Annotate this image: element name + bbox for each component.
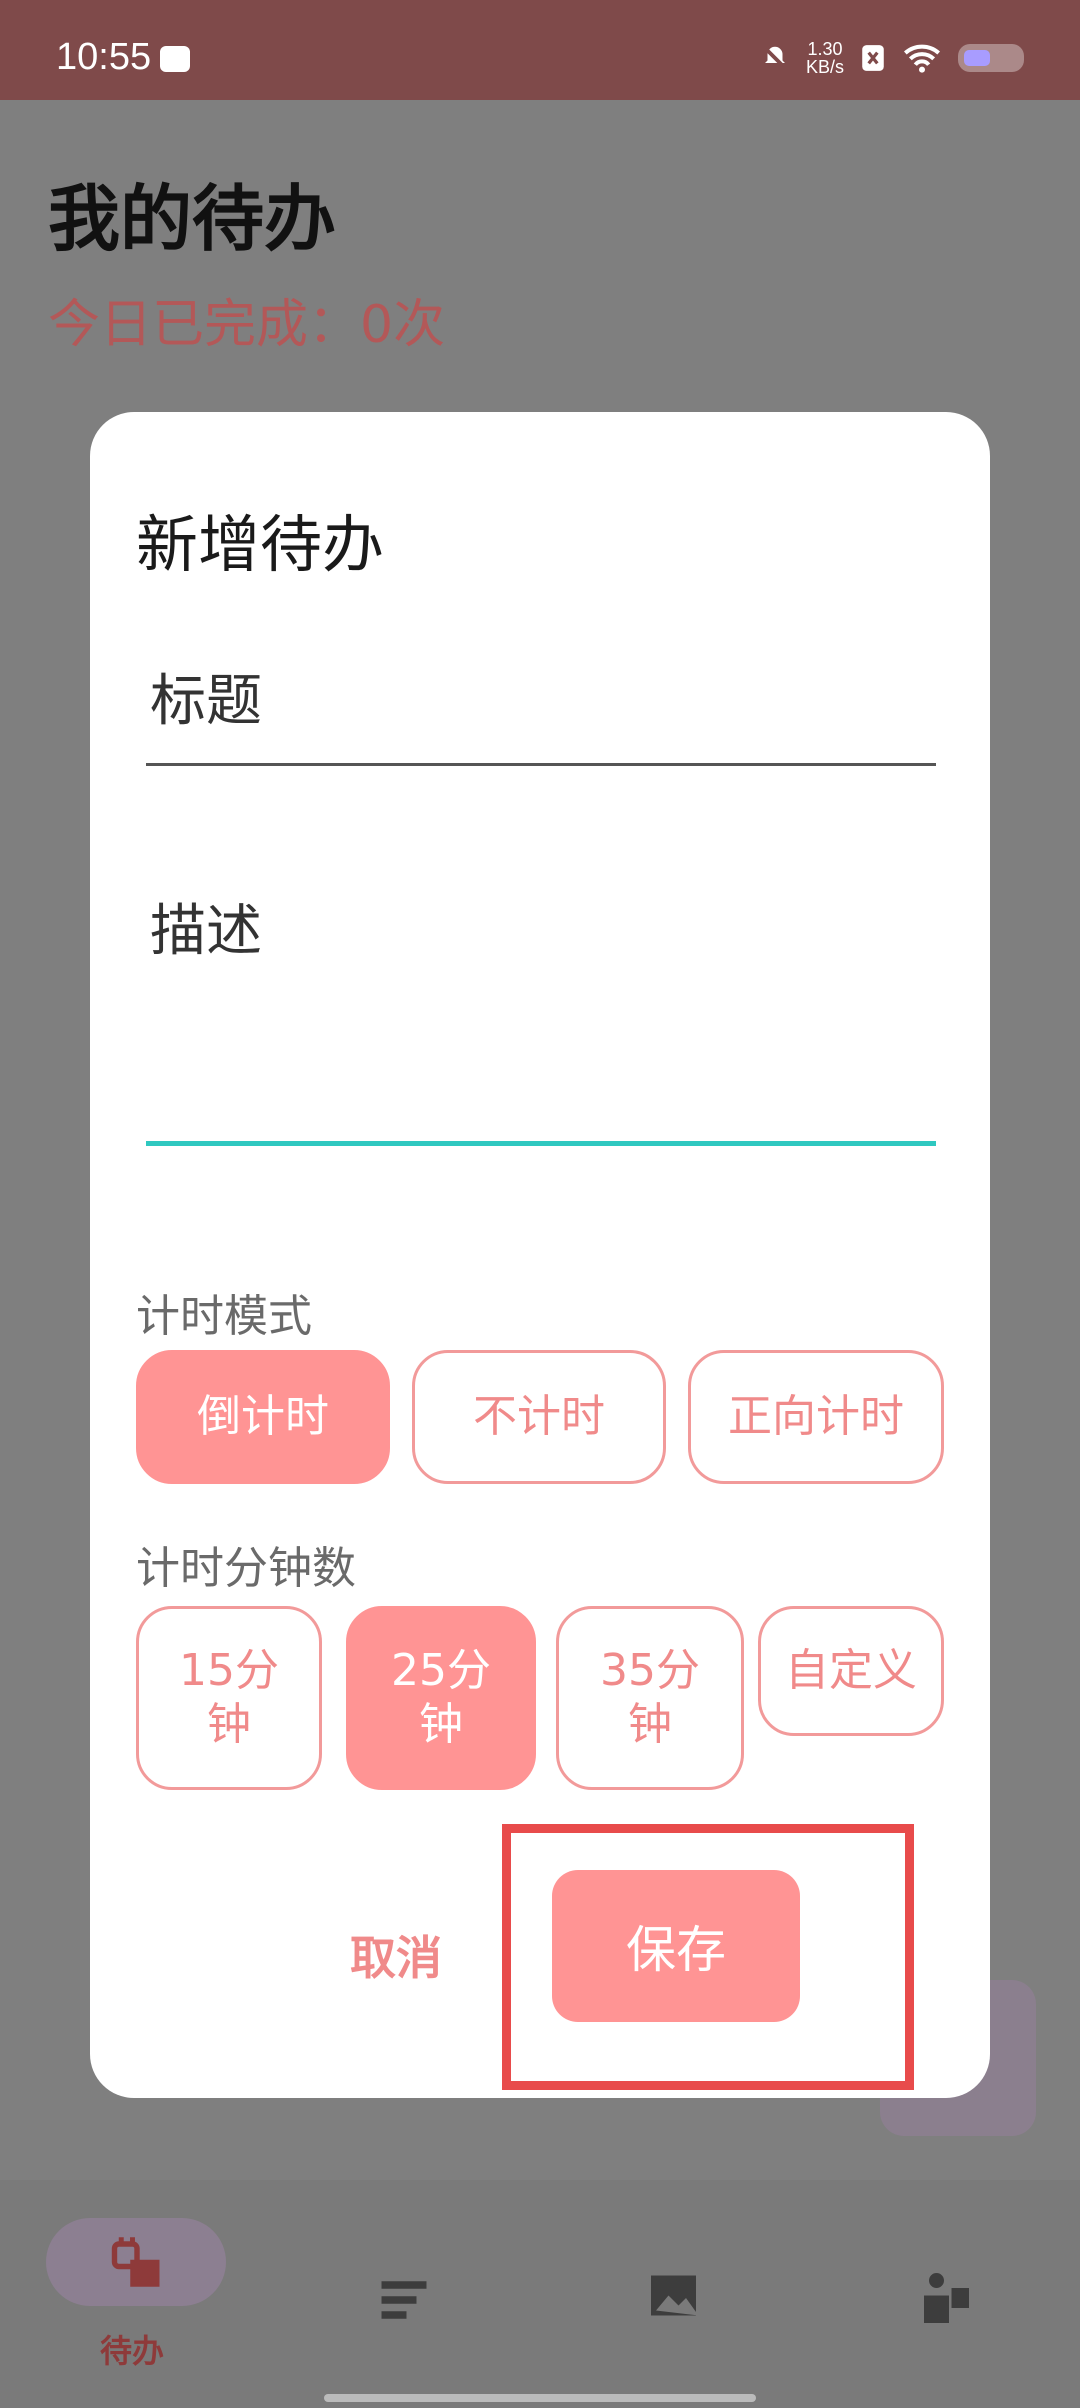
nav-item-todo[interactable] <box>46 2218 226 2306</box>
timer-mode-countdown[interactable]: 倒计时 <box>136 1350 390 1484</box>
battery-icon <box>958 44 1024 72</box>
status-time: 10:55 <box>56 36 152 78</box>
todo-icon <box>111 2237 160 2287</box>
dialog-title: 新增待办 <box>136 508 385 581</box>
minutes-option-15[interactable]: 15分 钟 <box>136 1606 322 1790</box>
minutes-option-25[interactable]: 25分 钟 <box>346 1606 536 1790</box>
home-indicator <box>324 2394 756 2402</box>
nav-label-todo: 待办 <box>100 2332 165 2370</box>
network-speed-unit: KB/s <box>805 57 844 77</box>
status-bar: 10:55 1.30 KB/s <box>0 0 1080 100</box>
wifi-icon <box>904 44 940 73</box>
timer-mode-label: 计时模式 <box>136 1291 312 1342</box>
description-input[interactable]: 描述 <box>146 892 936 1146</box>
timer-mode-none[interactable]: 不计时 <box>412 1350 666 1484</box>
cancel-button[interactable]: 取消 <box>350 1922 442 1988</box>
minutes-option-custom[interactable]: 自定义 <box>758 1606 944 1736</box>
bottom-nav: 待办 <box>0 2180 1080 2408</box>
profile-icon[interactable] <box>914 2268 974 2328</box>
minutes-option-35[interactable]: 35分 钟 <box>556 1606 744 1790</box>
network-speed: 1.30 KB/s <box>806 40 844 76</box>
timer-mode-countup[interactable]: 正向计时 <box>688 1350 944 1484</box>
bell-off-icon <box>762 45 788 71</box>
image-icon[interactable] <box>646 2268 706 2328</box>
title-input[interactable]: 标题 <box>146 662 936 766</box>
sim-icon <box>862 45 884 71</box>
network-speed-value: 1.30 <box>807 39 843 59</box>
completed-today-count: 今日已完成：0次 <box>48 295 446 355</box>
status-indicators: 1.30 KB/s <box>760 40 1024 76</box>
list-icon[interactable] <box>374 2270 434 2330</box>
message-icon <box>160 46 190 72</box>
minutes-label: 计时分钟数 <box>136 1543 356 1594</box>
page-title: 我的待办 <box>48 177 337 261</box>
highlight-box <box>502 1824 914 2090</box>
